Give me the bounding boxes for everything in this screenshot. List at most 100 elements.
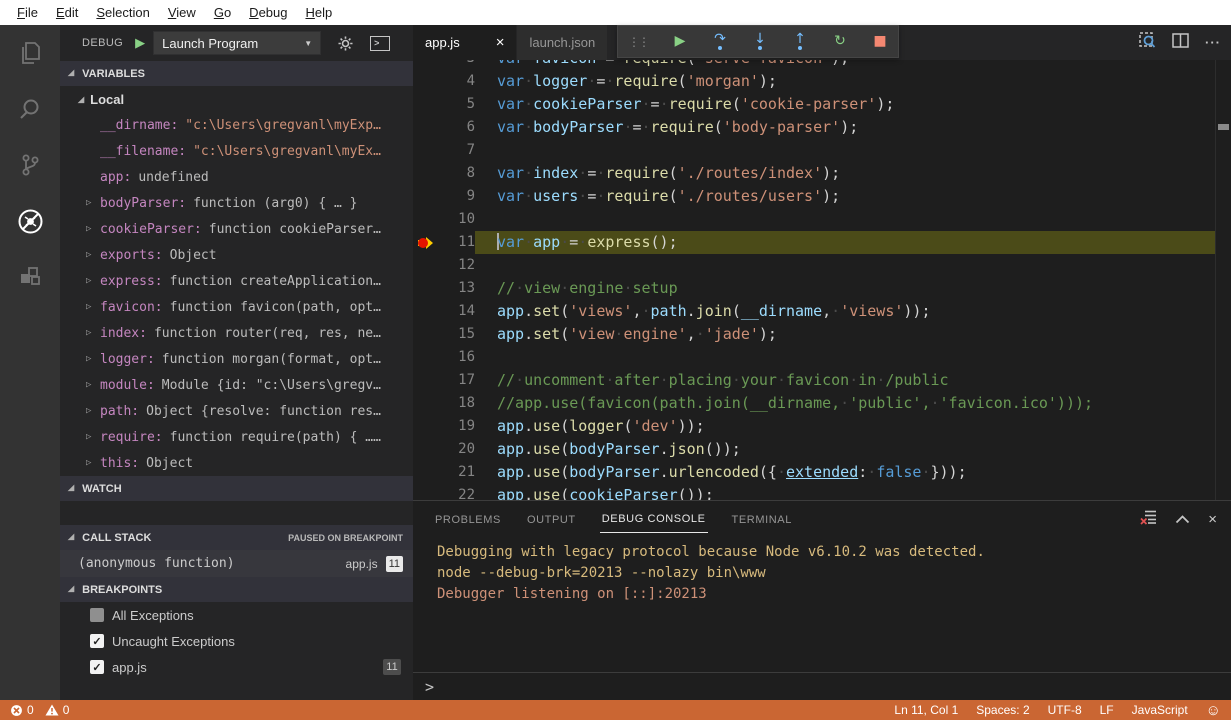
- breakpoint-row-all-exceptions[interactable]: All Exceptions: [60, 602, 413, 628]
- breakpoint-checkbox[interactable]: ✓: [90, 660, 104, 674]
- step-into-button[interactable]: ↓: [752, 34, 768, 50]
- menu-item-go[interactable]: Go: [205, 5, 240, 20]
- breakpoint-margin[interactable]: [413, 300, 439, 323]
- scrollbar-thumb[interactable]: [1218, 124, 1229, 130]
- line-code[interactable]: app.set('view·engine',·'jade');: [475, 323, 1215, 346]
- close-tab-icon[interactable]: ×: [496, 34, 505, 51]
- line-code[interactable]: app.use(bodyParser.json());: [475, 438, 1215, 461]
- status-encoding[interactable]: UTF-8: [1048, 703, 1082, 717]
- breakpoint-margin[interactable]: [413, 323, 439, 346]
- status-cursor-position[interactable]: Ln 11, Col 1: [894, 703, 958, 717]
- variables-scope-local[interactable]: ◢ Local: [60, 86, 413, 112]
- breakpoint-margin[interactable]: [413, 438, 439, 461]
- search-icon[interactable]: [16, 95, 44, 123]
- variables-section-header[interactable]: ◢ VARIABLES: [60, 61, 413, 86]
- panel-tab-output[interactable]: OUTPUT: [525, 505, 578, 533]
- line-code[interactable]: //app.use(favicon(path.join(__dirname,·'…: [475, 392, 1215, 415]
- breakpoint-row-app-js[interactable]: ✓app.js11: [60, 654, 413, 680]
- breakpoint-margin[interactable]: [413, 162, 439, 185]
- line-code[interactable]: var·logger·=·require('morgan');: [475, 70, 1215, 93]
- line-code[interactable]: var·bodyParser·=·require('body-parser');: [475, 116, 1215, 139]
- variable-row-bodyParser[interactable]: ▷bodyParser:function (arg0) { … }: [60, 190, 413, 216]
- breakpoint-margin[interactable]: [413, 60, 439, 70]
- breakpoint-margin[interactable]: [413, 116, 439, 139]
- errors-indicator[interactable]: 0: [10, 703, 34, 717]
- more-actions-icon[interactable]: ···: [1205, 35, 1221, 50]
- breakpoint-paused-icon[interactable]: [416, 236, 436, 250]
- stop-button[interactable]: ■: [872, 36, 888, 47]
- breakpoint-margin[interactable]: [413, 70, 439, 93]
- line-code[interactable]: //·uncomment·after·placing·your·favicon·…: [475, 369, 1215, 392]
- debug-icon[interactable]: [16, 207, 44, 235]
- configure-gear-icon[interactable]: [337, 35, 354, 52]
- continue-button[interactable]: ▶: [672, 36, 688, 47]
- menu-item-file[interactable]: File: [8, 5, 47, 20]
- code-editor[interactable]: 3var·favicon·=·require('serve-favicon');…: [413, 60, 1231, 500]
- status-eol[interactable]: LF: [1100, 703, 1114, 717]
- menu-item-selection[interactable]: Selection: [87, 5, 158, 20]
- line-code[interactable]: var·index·=·require('./routes/index');: [475, 162, 1215, 185]
- breakpoint-row-uncaught-exceptions[interactable]: ✓Uncaught Exceptions: [60, 628, 413, 654]
- panel-tab-debug-console[interactable]: DEBUG CONSOLE: [600, 504, 708, 533]
- line-code[interactable]: [475, 208, 1215, 231]
- variable-row-index[interactable]: ▷index:function router(req, res, ne…: [60, 320, 413, 346]
- tab-launch.json[interactable]: launch.json: [517, 25, 607, 60]
- variable-row-express[interactable]: ▷express:function createApplication…: [60, 268, 413, 294]
- restart-button[interactable]: ↻: [832, 36, 848, 47]
- variable-row-__filename[interactable]: __filename:"c:\Users\gregvanl\myEx…: [60, 138, 413, 164]
- breakpoint-margin[interactable]: [413, 392, 439, 415]
- warnings-indicator[interactable]: 0: [45, 703, 70, 717]
- panel-tab-problems[interactable]: PROBLEMS: [433, 505, 503, 533]
- breakpoint-margin[interactable]: [413, 277, 439, 300]
- variable-row-module[interactable]: ▷module:Module {id: "c:\Users\gregv…: [60, 372, 413, 398]
- status-indentation[interactable]: Spaces: 2: [976, 703, 1029, 717]
- variable-row-exports[interactable]: ▷exports:Object: [60, 242, 413, 268]
- variable-row-favicon[interactable]: ▷favicon:function favicon(path, opt…: [60, 294, 413, 320]
- call-stack-section-header[interactable]: ◢ CALL STACK PAUSED ON BREAKPOINT: [60, 525, 413, 550]
- variable-row-cookieParser[interactable]: ▷cookieParser:function cookieParser…: [60, 216, 413, 242]
- variable-row-this[interactable]: ▷this:Object: [60, 450, 413, 476]
- line-code[interactable]: var·favicon·=·require('serve-favicon');: [475, 60, 1215, 70]
- line-code[interactable]: [475, 254, 1215, 277]
- close-panel-icon[interactable]: ×: [1208, 511, 1217, 528]
- line-code[interactable]: [475, 346, 1215, 369]
- line-code[interactable]: var·users·=·require('./routes/users');: [475, 185, 1215, 208]
- toolbar-drag-grip[interactable]: ⋮⋮: [628, 35, 648, 49]
- step-out-button[interactable]: ↑: [792, 34, 808, 50]
- feedback-smiley-icon[interactable]: ☺: [1206, 703, 1221, 718]
- breakpoint-checkbox[interactable]: ✓: [90, 634, 104, 648]
- line-code[interactable]: var·app·=·express();: [475, 231, 1215, 254]
- extensions-icon[interactable]: [16, 263, 44, 291]
- line-code[interactable]: //·view·engine·setup: [475, 277, 1215, 300]
- tab-app.js[interactable]: app.js×: [413, 25, 516, 60]
- explorer-icon[interactable]: [16, 39, 44, 67]
- line-code[interactable]: app.use(cookieParser());: [475, 484, 1215, 500]
- variable-row-logger[interactable]: ▷logger:function morgan(format, opt…: [60, 346, 413, 372]
- breakpoint-margin[interactable]: [413, 461, 439, 484]
- breakpoint-margin[interactable]: [413, 231, 439, 254]
- editor-scrollbar[interactable]: [1215, 60, 1231, 500]
- variable-row-require[interactable]: ▷require:function require(path) { ……: [60, 424, 413, 450]
- maximize-panel-icon[interactable]: [1175, 511, 1190, 529]
- launch-configuration-dropdown[interactable]: Launch Program ▼: [153, 31, 321, 55]
- menu-item-help[interactable]: Help: [296, 5, 341, 20]
- line-code[interactable]: [475, 139, 1215, 162]
- start-debug-button[interactable]: ▶: [135, 35, 145, 51]
- call-stack-frame[interactable]: (anonymous function) app.js 11: [60, 550, 413, 577]
- line-code[interactable]: app.set('views',·path.join(__dirname,·'v…: [475, 300, 1215, 323]
- menu-item-edit[interactable]: Edit: [47, 5, 87, 20]
- breakpoint-margin[interactable]: [413, 254, 439, 277]
- breakpoint-margin[interactable]: [413, 139, 439, 162]
- status-language[interactable]: JavaScript: [1132, 703, 1188, 717]
- breakpoint-margin[interactable]: [413, 484, 439, 500]
- menu-item-view[interactable]: View: [159, 5, 205, 20]
- panel-tab-terminal[interactable]: TERMINAL: [730, 505, 794, 533]
- breakpoint-margin[interactable]: [413, 346, 439, 369]
- variable-row-app[interactable]: app:undefined: [60, 164, 413, 190]
- line-code[interactable]: var·cookieParser·=·require('cookie-parse…: [475, 93, 1215, 116]
- open-debug-console-icon[interactable]: >: [370, 36, 390, 51]
- line-code[interactable]: app.use(logger('dev'));: [475, 415, 1215, 438]
- watch-section-header[interactable]: ◢ WATCH: [60, 476, 413, 501]
- breakpoint-margin[interactable]: [413, 93, 439, 116]
- source-control-icon[interactable]: [16, 151, 44, 179]
